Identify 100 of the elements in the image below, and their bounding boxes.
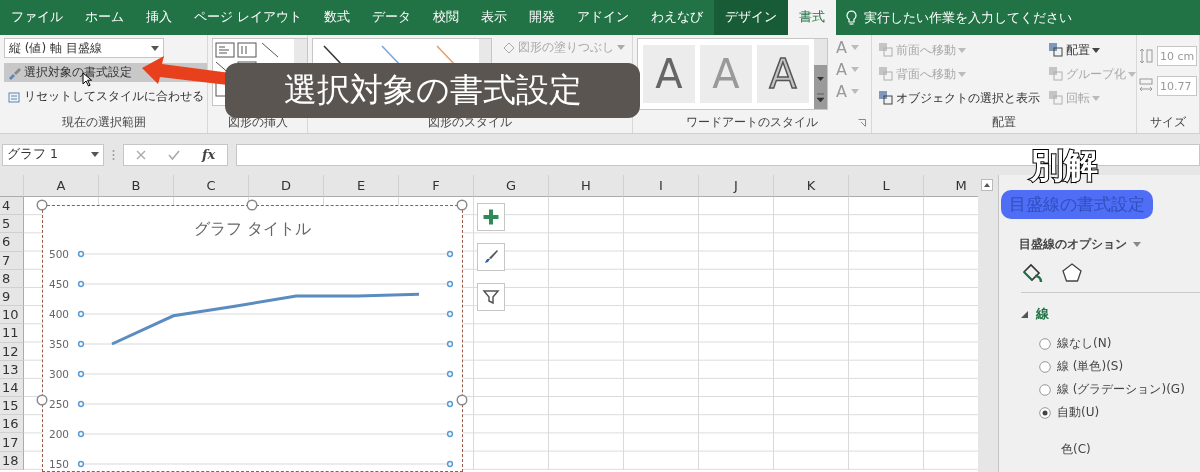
check-icon[interactable]: [168, 149, 180, 160]
insert-function-button[interactable]: fx: [202, 147, 216, 162]
ribbon-button[interactable]: リセットしてスタイルに合わせる: [4, 87, 207, 106]
wordart-sample[interactable]: A: [643, 45, 695, 103]
group-label: ワードアートのスタイル: [686, 114, 818, 131]
pentagon-icon[interactable]: [1061, 262, 1083, 284]
layers-icon: [1048, 90, 1064, 106]
selection-handle[interactable]: [446, 340, 454, 348]
dialog-launcher-icon[interactable]: [858, 119, 866, 127]
axis-label: 450: [48, 278, 69, 290]
column-header[interactable]: M: [924, 175, 978, 197]
ribbon-tab[interactable]: アドイン: [566, 0, 640, 35]
caret-icon: [850, 67, 859, 72]
wordart-gallery[interactable]: A A A: [637, 38, 828, 110]
selection-handle[interactable]: [77, 400, 85, 408]
caret-icon: [1092, 47, 1100, 53]
row-header[interactable]: 4: [0, 197, 24, 216]
resize-handle[interactable]: [36, 199, 48, 211]
tell-me-field[interactable]: 実行したい作業を入力してください: [862, 8, 1096, 27]
ribbon-tab[interactable]: ページ レイアウト: [183, 0, 313, 35]
column-header[interactable]: C: [174, 175, 249, 197]
radio-button[interactable]: [1039, 406, 1051, 419]
ribbon-tab[interactable]: わえなび: [640, 0, 714, 35]
row-header[interactable]: 11: [0, 324, 24, 343]
row-header[interactable]: 6: [0, 233, 24, 252]
selection-handle[interactable]: [77, 430, 85, 438]
radio-label: 線 (グラデーション)(G): [1057, 381, 1185, 398]
paint-bucket-icon[interactable]: [1021, 262, 1045, 284]
chart-styles-button[interactable]: [477, 243, 505, 271]
options-dropdown[interactable]: 目盛線のオプション: [1019, 237, 1200, 252]
section-header[interactable]: 線: [1021, 305, 1049, 323]
cell-grid[interactable]: グラフ タイトル 150 200 250 300 350 400 450 500: [24, 197, 978, 470]
selection-handle[interactable]: [446, 280, 454, 288]
column-header[interactable]: K: [774, 175, 849, 197]
resize-handle[interactable]: [36, 394, 48, 406]
column-header[interactable]: B: [99, 175, 174, 197]
lightbulb-icon: [846, 9, 857, 26]
ribbon-button[interactable]: オブジェクトの選択と表示: [876, 88, 1042, 108]
ribbon-button[interactable]: 配置: [1046, 40, 1102, 60]
chart-title[interactable]: グラフ タイトル: [193, 219, 312, 238]
column-header[interactable]: H: [549, 175, 624, 197]
selection-handle[interactable]: [77, 280, 85, 288]
resize-handle[interactable]: [246, 199, 258, 211]
ribbon-tab[interactable]: 校閲: [422, 0, 470, 35]
ribbon-tab[interactable]: デザイン: [714, 0, 788, 35]
chart-elements-button[interactable]: [477, 203, 505, 231]
radio-button[interactable]: [1039, 383, 1051, 396]
radio-button[interactable]: [1039, 337, 1051, 350]
caret-icon: [958, 47, 966, 53]
row-header[interactable]: 16: [0, 415, 24, 434]
selection-handle[interactable]: [77, 460, 85, 468]
column-header[interactable]: A: [24, 175, 99, 197]
ribbon-tab[interactable]: 開発: [518, 0, 566, 35]
radio-button[interactable]: [1039, 360, 1051, 373]
chart-element-dropdown[interactable]: 縦 (値) 軸 目盛線: [4, 38, 164, 58]
selection-handle[interactable]: [77, 340, 85, 348]
ribbon-tab[interactable]: ホーム: [74, 0, 135, 35]
name-box[interactable]: グラフ 1: [2, 143, 104, 166]
row-header[interactable]: 10: [0, 306, 24, 325]
ribbon-tab[interactable]: 書式: [788, 0, 836, 35]
column-header[interactable]: G: [474, 175, 549, 197]
resize-handle[interactable]: [456, 394, 468, 406]
group-label: 現在の選択範囲: [61, 114, 146, 131]
axis-label: 150: [48, 458, 69, 470]
selection-handle[interactable]: [446, 460, 454, 468]
selection-handle[interactable]: [446, 370, 454, 378]
ribbon-tab[interactable]: データ: [361, 0, 422, 35]
resize-handle[interactable]: [456, 199, 468, 211]
axis-label: 350: [48, 338, 69, 350]
ribbon-tab[interactable]: 数式: [313, 0, 361, 35]
column-header[interactable]: F: [399, 175, 474, 197]
selection-handle[interactable]: [446, 310, 454, 318]
column-header[interactable]: J: [699, 175, 774, 197]
selection-handle[interactable]: [446, 400, 454, 408]
ribbon-tab[interactable]: 挿入: [135, 0, 183, 35]
selection-handle[interactable]: [77, 310, 85, 318]
caret-icon: [151, 45, 159, 51]
chart-filters-button[interactable]: [477, 283, 505, 311]
selection-handle[interactable]: [77, 370, 85, 378]
caret-icon: [1128, 71, 1136, 77]
row-header[interactable]: 17: [0, 433, 24, 452]
selection-handle[interactable]: [446, 250, 454, 258]
caret-icon: [617, 45, 625, 50]
column-header[interactable]: E: [324, 175, 399, 197]
cancel-icon[interactable]: [136, 149, 146, 160]
selection-handle[interactable]: [77, 250, 85, 258]
height-icon: [1139, 47, 1153, 65]
column-header[interactable]: D: [249, 175, 324, 197]
caption-overlay: 選択対象の書式設定: [225, 63, 640, 118]
select-all-corner[interactable]: [0, 175, 24, 197]
ribbon-tab[interactable]: ファイル: [0, 0, 74, 35]
data-line[interactable]: [111, 292, 420, 346]
ribbon-tab[interactable]: 表示: [470, 0, 518, 35]
column-header[interactable]: L: [849, 175, 924, 197]
chart-area[interactable]: グラフ タイトル 150 200 250 300 350 400 450 500: [42, 205, 463, 472]
row-header[interactable]: 15: [0, 397, 24, 416]
column-header[interactable]: I: [624, 175, 699, 197]
layers-icon: [1048, 42, 1064, 58]
row-header[interactable]: 5: [0, 215, 24, 234]
selection-handle[interactable]: [446, 430, 454, 438]
